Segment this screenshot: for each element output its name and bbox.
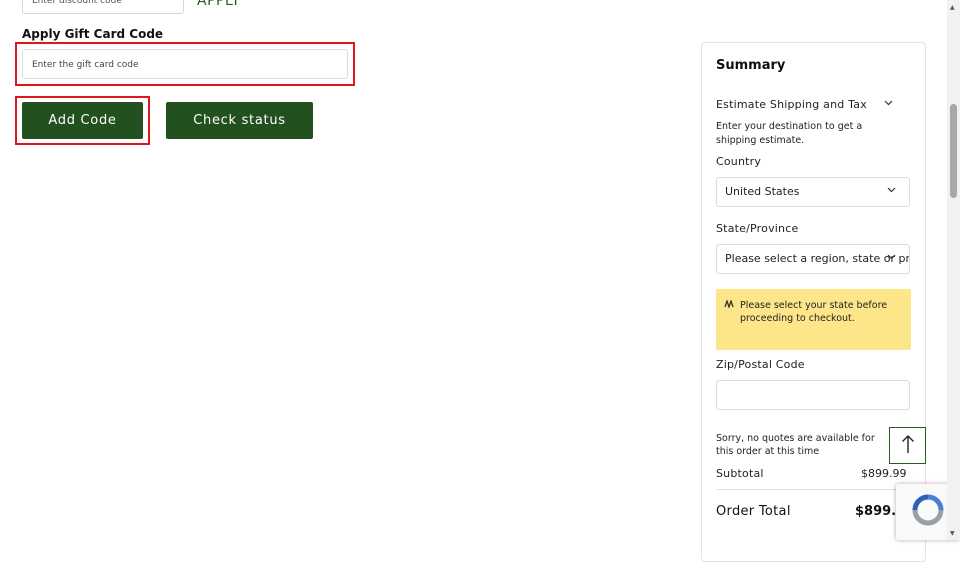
check-status-button[interactable]: Check status [166,102,313,139]
zip-label: Zip/Postal Code [716,358,805,371]
chevron-down-icon[interactable] [884,99,893,109]
country-label: Country [716,155,762,168]
add-code-button[interactable]: Add Code [22,102,143,139]
gift-card-code-input[interactable]: Enter the gift card code [22,49,348,79]
warning-text: Please select your state before proceedi… [740,300,888,324]
gift-card-heading: Apply Gift Card Code [22,27,164,41]
discount-code-input[interactable]: Enter discount code [22,0,184,14]
summary-divider [716,489,910,490]
recaptcha-icon [911,493,945,531]
scroll-up-arrow-icon[interactable]: ▲ [950,4,955,11]
arrow-up-icon [901,434,915,458]
scrollbar-track[interactable] [947,0,960,540]
state-select[interactable]: Please select a region, state or provinc… [716,244,910,274]
chevron-down-icon [887,253,896,263]
zip-postal-input[interactable] [716,380,910,410]
warning-icon [724,298,735,310]
country-select[interactable]: United States [716,177,910,207]
scrollbar-thumb[interactable] [950,104,957,198]
order-total-label: Order Total [716,504,791,519]
apply-discount-button[interactable]: APPLY [197,0,240,9]
no-quotes-message: Sorry, no quotes are available for this … [716,433,875,457]
summary-title: Summary [716,58,786,73]
scroll-to-top-button[interactable] [889,427,926,464]
state-label: State/Province [716,222,799,235]
scroll-down-arrow-icon[interactable]: ▼ [950,530,955,537]
subtotal-label: Subtotal [716,467,764,480]
estimate-shipping-toggle[interactable]: Estimate Shipping and Tax [716,98,867,111]
chevron-down-icon [887,186,896,196]
estimate-description: Enter your destination to get a shipping… [716,121,863,146]
subtotal-value: $899.99 [861,467,907,480]
